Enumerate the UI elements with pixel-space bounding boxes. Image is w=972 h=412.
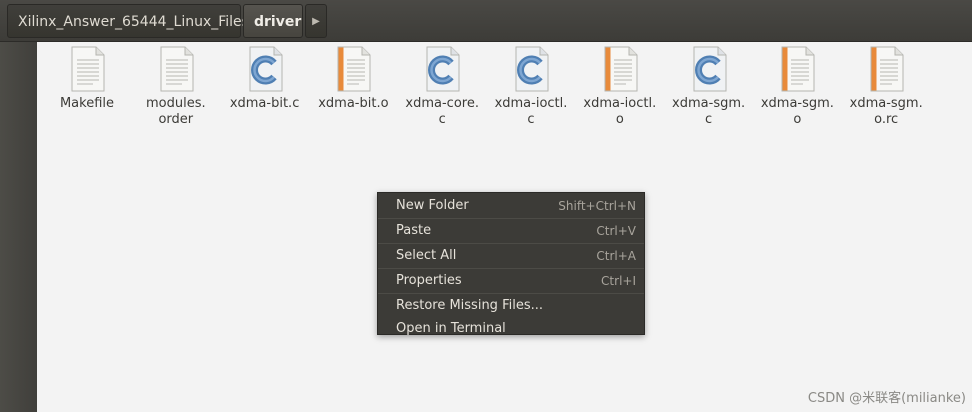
- file-name-label: xdma-core. c: [405, 96, 479, 127]
- file-name-label: modules. order: [145, 96, 206, 127]
- file-name-label: xdma-ioctl. c: [494, 96, 568, 127]
- file-name-label: xdma-bit.c: [229, 96, 300, 111]
- file-item[interactable]: modules. order: [133, 46, 219, 128]
- file-name-label: xdma-sgm. o: [760, 96, 834, 127]
- file-item[interactable]: Makefile: [44, 46, 130, 112]
- menu-item-label: Open in Terminal: [396, 321, 506, 336]
- object-file-icon: [331, 46, 375, 92]
- file-item[interactable]: xdma-ioctl. o: [577, 46, 663, 128]
- file-item[interactable]: xdma-sgm. o: [754, 46, 840, 128]
- menu-item-restore-missing-files[interactable]: Restore Missing Files...: [378, 294, 644, 317]
- menu-item-paste[interactable]: Paste Ctrl+V: [378, 219, 644, 243]
- path-bar: Xilinx_Answer_65444_Linux_Files driver ▶: [0, 0, 972, 42]
- menu-item-open-in-terminal[interactable]: Open in Terminal: [378, 317, 644, 340]
- text-file-icon: [154, 46, 198, 92]
- breadcrumb-parent-folder[interactable]: Xilinx_Answer_65444_Linux_Files: [7, 4, 249, 38]
- menu-item-shortcut: Ctrl+I: [601, 274, 636, 288]
- file-name-label: xdma-sgm. c: [672, 96, 746, 127]
- menu-item-label: Properties: [396, 273, 462, 288]
- file-name-label: xdma-ioctl. o: [583, 96, 657, 127]
- object-file-icon: [864, 46, 908, 92]
- file-item[interactable]: xdma-sgm. o.rc: [843, 46, 929, 128]
- menu-item-label: Restore Missing Files...: [396, 298, 543, 313]
- file-item[interactable]: xdma-sgm. c: [666, 46, 752, 128]
- menu-item-properties[interactable]: Properties Ctrl+I: [378, 269, 644, 293]
- c-source-icon: [420, 46, 464, 92]
- menu-item-label: Paste: [396, 223, 432, 238]
- context-menu: New Folder Shift+Ctrl+N Paste Ctrl+V Sel…: [377, 192, 645, 336]
- file-manager-window: Xilinx_Answer_65444_Linux_Files driver ▶…: [0, 0, 972, 412]
- file-item[interactable]: xdma-ioctl. c: [488, 46, 574, 128]
- c-source-icon: [509, 46, 553, 92]
- menu-item-label: New Folder: [396, 198, 469, 213]
- menu-item-select-all[interactable]: Select All Ctrl+A: [378, 244, 644, 268]
- watermark: CSDN @米联客(milianke): [807, 391, 966, 406]
- menu-item-label: Select All: [396, 248, 457, 263]
- menu-item-shortcut: Shift+Ctrl+N: [558, 199, 636, 213]
- triangle-right-icon[interactable]: ▶: [305, 4, 327, 38]
- file-item[interactable]: xdma-bit.o: [310, 46, 396, 112]
- file-name-label: xdma-bit.o: [318, 96, 389, 111]
- file-name-label: xdma-sgm. o.rc: [849, 96, 923, 127]
- file-item[interactable]: xdma-bit.c: [222, 46, 308, 112]
- menu-item-new-folder[interactable]: New Folder Shift+Ctrl+N: [378, 194, 644, 218]
- menu-item-shortcut: Ctrl+V: [596, 224, 636, 238]
- file-name-label: Makefile: [59, 96, 115, 111]
- sidebar: [0, 42, 37, 412]
- object-file-icon: [598, 46, 642, 92]
- file-item[interactable]: xdma-core. c: [399, 46, 485, 128]
- c-source-icon: [687, 46, 731, 92]
- text-file-icon: [65, 46, 109, 92]
- breadcrumb-current-folder[interactable]: driver: [243, 4, 303, 38]
- object-file-icon: [775, 46, 819, 92]
- menu-item-shortcut: Ctrl+A: [596, 249, 636, 263]
- c-source-icon: [243, 46, 287, 92]
